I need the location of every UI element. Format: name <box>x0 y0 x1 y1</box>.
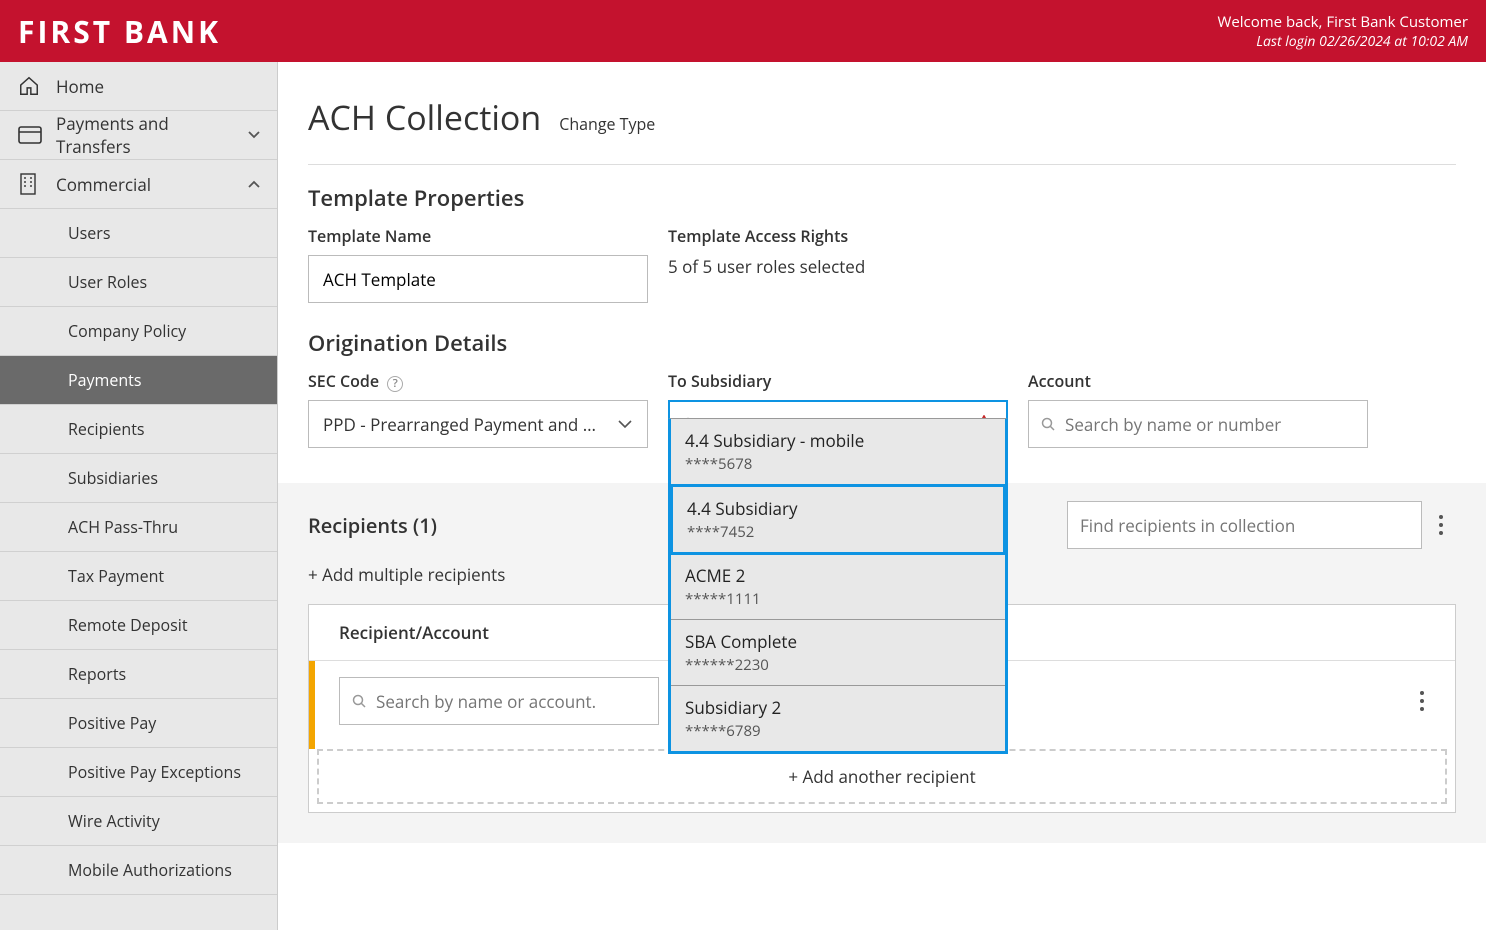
recipient-search-input[interactable] <box>376 690 646 713</box>
sec-code-value: PPD - Prearranged Payment and Deposit <box>323 413 607 436</box>
subsidiary-option-sub: ****5678 <box>685 454 991 474</box>
chevron-down-icon <box>617 419 633 430</box>
welcome-block: Welcome back, First Bank Customer Last l… <box>1218 12 1469 51</box>
nav-recipients-label: Recipients <box>68 418 145 440</box>
subsidiary-option[interactable]: Subsidiary 2 *****6789 <box>671 686 1005 751</box>
bank-logo: FIRST BANK <box>18 11 221 52</box>
nav-home-label: Home <box>48 75 261 98</box>
nav-mobile-auth[interactable]: Mobile Authorizations <box>0 846 277 895</box>
search-icon <box>352 694 366 708</box>
nav-positive-pay-exceptions-label: Positive Pay Exceptions <box>68 761 241 783</box>
subsidiary-option-name: ACME 2 <box>685 564 991 587</box>
nav-payments-label: Payments <box>68 369 141 391</box>
subsidiary-option[interactable]: 4.4 Subsidiary - mobile ****5678 <box>671 419 1005 485</box>
chevron-down-icon <box>247 130 261 140</box>
subsidiary-option-name: 4.4 Subsidiary <box>687 497 989 520</box>
template-name-input-wrapper <box>308 255 648 303</box>
home-icon <box>18 75 48 97</box>
account-input[interactable] <box>1065 413 1355 436</box>
nav-mobile-auth-label: Mobile Authorizations <box>68 859 232 881</box>
subsidiary-option-sub: ****7452 <box>687 522 989 542</box>
nav-positive-pay[interactable]: Positive Pay <box>0 699 277 748</box>
nav-wire-activity[interactable]: Wire Activity <box>0 797 277 846</box>
nav-tax-payment-label: Tax Payment <box>68 565 164 587</box>
nav-home[interactable]: Home <box>0 62 277 111</box>
template-name-input[interactable] <box>323 268 633 291</box>
subsidiary-option-sub: *****1111 <box>685 589 991 609</box>
sec-code-label-text: SEC Code <box>308 370 379 392</box>
nav-reports-label: Reports <box>68 663 126 685</box>
nav-payments[interactable]: Payments <box>0 356 277 405</box>
nav-commercial-label: Commercial <box>48 173 247 196</box>
find-recipients-box[interactable] <box>1067 501 1422 549</box>
nav-positive-pay-exceptions[interactable]: Positive Pay Exceptions <box>0 748 277 797</box>
nav-user-roles-label: User Roles <box>68 271 147 293</box>
template-properties-heading: Template Properties <box>308 183 1456 213</box>
nav-users[interactable]: Users <box>0 209 277 258</box>
sidebar: Home Payments and Transfers Commercial U… <box>0 62 278 930</box>
top-header: FIRST BANK Welcome back, First Bank Cust… <box>0 0 1486 62</box>
welcome-text: Welcome back, First Bank Customer <box>1218 12 1469 32</box>
nav-reports[interactable]: Reports <box>0 650 277 699</box>
subsidiary-option[interactable]: ACME 2 *****1111 <box>671 554 1005 620</box>
nav-remote-deposit[interactable]: Remote Deposit <box>0 601 277 650</box>
add-another-recipient-button[interactable]: + Add another recipient <box>317 749 1447 804</box>
main-content: ACH Collection Change Type Template Prop… <box>278 62 1486 930</box>
building-icon <box>18 173 48 195</box>
nav-company-policy-label: Company Policy <box>68 320 186 342</box>
nav-payments-transfers-label: Payments and Transfers <box>48 112 247 158</box>
kebab-menu-icon[interactable] <box>1438 514 1456 536</box>
find-recipients-input[interactable] <box>1080 514 1409 537</box>
template-name-label: Template Name <box>308 225 648 247</box>
nav-users-label: Users <box>68 222 110 244</box>
nav-recipients[interactable]: Recipients <box>0 405 277 454</box>
nav-tax-payment[interactable]: Tax Payment <box>0 552 277 601</box>
help-icon[interactable]: ? <box>387 376 403 392</box>
subsidiary-option-sub: ******2230 <box>685 655 991 675</box>
card-icon <box>18 126 48 144</box>
nav-remote-deposit-label: Remote Deposit <box>68 614 188 636</box>
subsidiary-option-name: Subsidiary 2 <box>685 696 991 719</box>
sec-code-label: SEC Code ? <box>308 370 648 392</box>
row-kebab-icon[interactable] <box>1419 690 1437 712</box>
nav-ach-passthru-label: ACH Pass-Thru <box>68 516 178 538</box>
subsidiary-option[interactable]: 4.4 Subsidiary ****7452 <box>670 484 1006 555</box>
nav-subsidiaries-label: Subsidiaries <box>68 467 158 489</box>
nav-wire-activity-label: Wire Activity <box>68 810 160 832</box>
account-label: Account <box>1028 370 1368 392</box>
origination-details-heading: Origination Details <box>308 328 1456 358</box>
last-login-text: Last login 02/26/2024 at 10:02 AM <box>1218 32 1469 51</box>
search-icon <box>1041 417 1055 431</box>
nav-subsidiaries[interactable]: Subsidiaries <box>0 454 277 503</box>
subsidiary-option[interactable]: SBA Complete ******2230 <box>671 620 1005 686</box>
nav-company-policy[interactable]: Company Policy <box>0 307 277 356</box>
nav-user-roles[interactable]: User Roles <box>0 258 277 307</box>
recipient-search-box[interactable] <box>339 677 659 725</box>
recipients-heading: Recipients (1) <box>308 512 437 539</box>
subsidiary-option-name: SBA Complete <box>685 630 991 653</box>
nav-payments-transfers[interactable]: Payments and Transfers <box>0 111 277 160</box>
access-rights-label: Template Access Rights <box>668 225 1456 247</box>
th-recipient-account: Recipient/Account <box>339 621 719 644</box>
subsidiary-option-name: 4.4 Subsidiary - mobile <box>685 429 991 452</box>
nav-commercial[interactable]: Commercial <box>0 160 277 209</box>
page-title: ACH Collection <box>308 94 541 140</box>
change-type-link[interactable]: Change Type <box>559 113 655 135</box>
nav-ach-passthru[interactable]: ACH Pass-Thru <box>0 503 277 552</box>
chevron-up-icon <box>247 179 261 189</box>
nav-positive-pay-label: Positive Pay <box>68 712 156 734</box>
to-subsidiary-label: To Subsidiary <box>668 370 1008 392</box>
sec-code-select[interactable]: PPD - Prearranged Payment and Deposit <box>308 400 648 448</box>
subsidiary-dropdown: 4.4 Subsidiary - mobile ****5678 4.4 Sub… <box>668 418 1008 754</box>
access-rights-text: 5 of 5 user roles selected <box>668 255 1456 278</box>
account-search[interactable] <box>1028 400 1368 448</box>
subsidiary-option-sub: *****6789 <box>685 721 991 741</box>
